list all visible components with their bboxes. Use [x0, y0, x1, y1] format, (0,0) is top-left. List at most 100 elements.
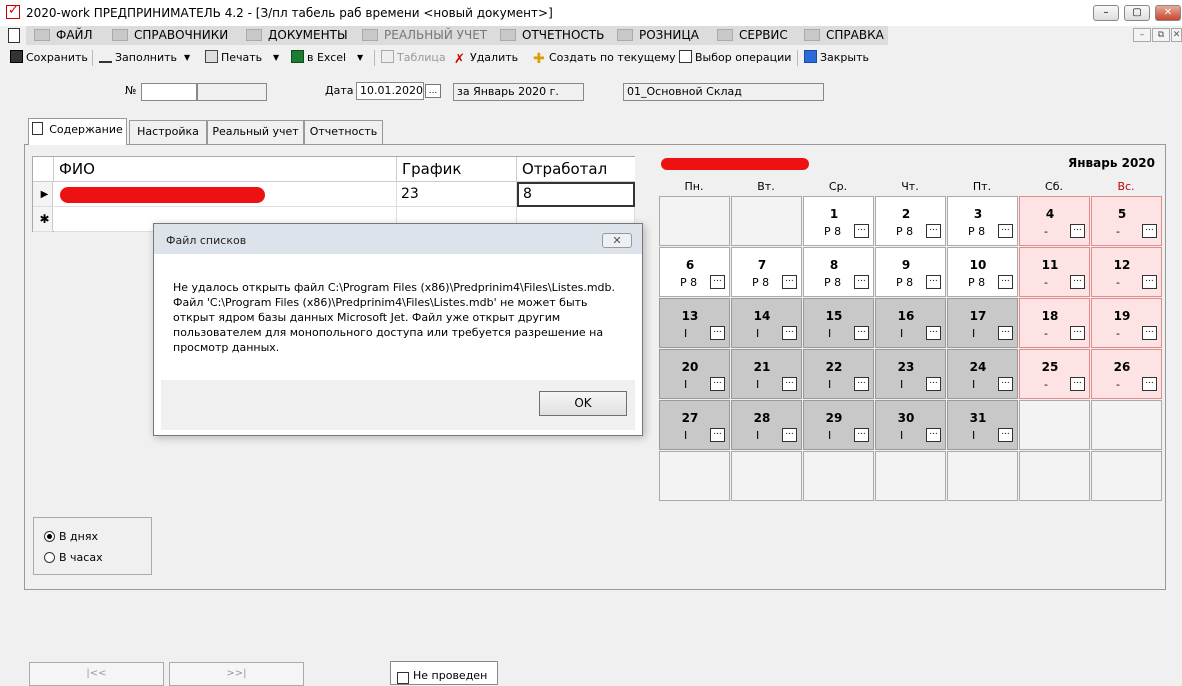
menu-reports[interactable]: ОТЧЕТНОСТЬ [500, 26, 604, 45]
calendar-day-cell[interactable]: 13 I... [659, 298, 730, 348]
close-window-button[interactable]: ✕ [1155, 5, 1181, 21]
save-button[interactable]: Сохранить [10, 47, 88, 69]
calendar-day-cell[interactable]: 31 I... [947, 400, 1018, 450]
mdi-restore-button[interactable]: ⧉ [1152, 28, 1170, 42]
day-edit-button[interactable]: ... [926, 377, 941, 391]
column-header-fio[interactable]: ФИО [54, 157, 397, 182]
day-edit-button[interactable]: ... [1142, 377, 1157, 391]
day-edit-button[interactable]: ... [1070, 377, 1085, 391]
calendar-day-cell[interactable]: 3 Р 8... [947, 196, 1018, 246]
excel-dropdown-arrow[interactable]: ▼ [357, 47, 363, 69]
calendar-day-cell[interactable]: 28 I... [731, 400, 802, 450]
calendar-day-cell[interactable]: 18 -... [1019, 298, 1090, 348]
calendar-day-cell[interactable]: 19 -... [1091, 298, 1162, 348]
radio-hours[interactable]: В часах [44, 551, 103, 564]
fill-button[interactable]: Заполнить [99, 47, 177, 69]
calendar-day-cell[interactable]: 22 I... [803, 349, 874, 399]
create-from-current-button[interactable]: ✚ Создать по текущему [533, 47, 676, 69]
employee-grid[interactable]: ФИО График Отработал ▶ 23 8 ✱ [32, 156, 635, 232]
choose-operation-button[interactable]: Выбор операции [679, 47, 791, 69]
calendar-day-cell[interactable]: 12 -... [1091, 247, 1162, 297]
menu-directories[interactable]: СПРАВОЧНИКИ [112, 26, 228, 45]
mdi-close-button[interactable]: ✕ [1171, 28, 1182, 42]
day-edit-button[interactable]: ... [854, 224, 869, 238]
calendar-day-cell[interactable]: 7 Р 8... [731, 247, 802, 297]
day-edit-button[interactable]: ... [710, 326, 725, 340]
tab-settings[interactable]: Настройка [129, 120, 207, 144]
calendar-day-cell[interactable]: 26 -... [1091, 349, 1162, 399]
date-picker-button[interactable]: ... [425, 84, 441, 98]
day-edit-button[interactable]: ... [998, 377, 1013, 391]
calendar-day-cell[interactable]: 9 Р 8... [875, 247, 946, 297]
calendar-day-cell[interactable]: 8 Р 8... [803, 247, 874, 297]
day-edit-button[interactable]: ... [854, 326, 869, 340]
menu-retail[interactable]: РОЗНИЦА [617, 26, 699, 45]
day-edit-button[interactable]: ... [710, 275, 725, 289]
day-edit-button[interactable]: ... [926, 224, 941, 238]
day-edit-button[interactable]: ... [1070, 224, 1085, 238]
calendar-day-cell[interactable]: 17 I... [947, 298, 1018, 348]
day-edit-button[interactable]: ... [854, 377, 869, 391]
dialog-close-button[interactable]: ✕ [602, 233, 632, 248]
day-edit-button[interactable]: ... [782, 326, 797, 340]
calendar-day-cell[interactable]: 11 -... [1019, 247, 1090, 297]
calendar-day-cell[interactable]: 21 I... [731, 349, 802, 399]
menu-file[interactable]: ФАЙЛ [34, 26, 93, 45]
close-document-button[interactable]: Закрыть [804, 47, 869, 69]
menu-service[interactable]: СЕРВИС [717, 26, 788, 45]
first-document-button[interactable]: |<< [29, 662, 164, 686]
tab-contents[interactable]: Содержание [28, 118, 127, 145]
day-edit-button[interactable]: ... [1142, 326, 1157, 340]
number-input[interactable] [141, 83, 197, 101]
calendar-day-cell[interactable]: 10 Р 8... [947, 247, 1018, 297]
print-button[interactable]: Печать [205, 47, 262, 69]
calendar-day-cell[interactable]: 4 -... [1019, 196, 1090, 246]
calendar-day-cell[interactable]: 25 -... [1019, 349, 1090, 399]
calendar-day-cell[interactable]: 15 I... [803, 298, 874, 348]
last-document-button[interactable]: >>| [169, 662, 304, 686]
fill-dropdown-arrow[interactable]: ▼ [184, 47, 190, 69]
calendar-day-cell[interactable]: 20 I... [659, 349, 730, 399]
day-edit-button[interactable]: ... [782, 377, 797, 391]
new-document-icon[interactable] [8, 28, 20, 43]
day-edit-button[interactable]: ... [710, 428, 725, 442]
radio-days[interactable]: В днях [44, 530, 98, 543]
excel-button[interactable]: в Excel [291, 47, 346, 69]
calendar-day-cell[interactable]: 24 I... [947, 349, 1018, 399]
calendar-day-cell[interactable]: 6 Р 8... [659, 247, 730, 297]
column-header-schedule[interactable]: График [397, 157, 517, 182]
delete-button[interactable]: ✗ Удалить [454, 47, 518, 69]
tab-real-accounting[interactable]: Реальный учет [207, 120, 304, 144]
warehouse-field[interactable]: 01_Основной Склад [623, 83, 824, 101]
day-edit-button[interactable]: ... [710, 377, 725, 391]
day-edit-button[interactable]: ... [998, 326, 1013, 340]
cell-worked[interactable]: 8 [517, 182, 635, 207]
day-edit-button[interactable]: ... [998, 275, 1013, 289]
day-edit-button[interactable]: ... [1070, 326, 1085, 340]
calendar-day-cell[interactable]: 30 I... [875, 400, 946, 450]
calendar-day-cell[interactable]: 27 I... [659, 400, 730, 450]
day-edit-button[interactable]: ... [1070, 275, 1085, 289]
calendar-day-cell[interactable]: 1 Р 8... [803, 196, 874, 246]
day-edit-button[interactable]: ... [1142, 224, 1157, 238]
column-header-worked[interactable]: Отработал [517, 157, 635, 182]
day-edit-button[interactable]: ... [926, 326, 941, 340]
day-edit-button[interactable]: ... [782, 275, 797, 289]
day-edit-button[interactable]: ... [854, 428, 869, 442]
row-selector[interactable]: ▶ [33, 182, 53, 207]
day-edit-button[interactable]: ... [998, 428, 1013, 442]
day-edit-button[interactable]: ... [998, 224, 1013, 238]
menu-documents[interactable]: ДОКУМЕНТЫ [246, 26, 348, 45]
maximize-button[interactable]: ▢ [1124, 5, 1150, 21]
minimize-button[interactable]: – [1093, 5, 1119, 21]
day-edit-button[interactable]: ... [926, 275, 941, 289]
date-input[interactable]: 10.01.2020 [356, 82, 424, 100]
calendar-day-cell[interactable]: 23 I... [875, 349, 946, 399]
day-edit-button[interactable]: ... [854, 275, 869, 289]
calendar-day-cell[interactable]: 16 I... [875, 298, 946, 348]
day-edit-button[interactable]: ... [926, 428, 941, 442]
day-edit-button[interactable]: ... [782, 428, 797, 442]
table-button[interactable]: Таблица [381, 47, 446, 69]
menu-real-accounting[interactable]: РЕАЛЬНЫЙ УЧЕТ [362, 26, 487, 45]
calendar-day-cell[interactable]: 2 Р 8... [875, 196, 946, 246]
